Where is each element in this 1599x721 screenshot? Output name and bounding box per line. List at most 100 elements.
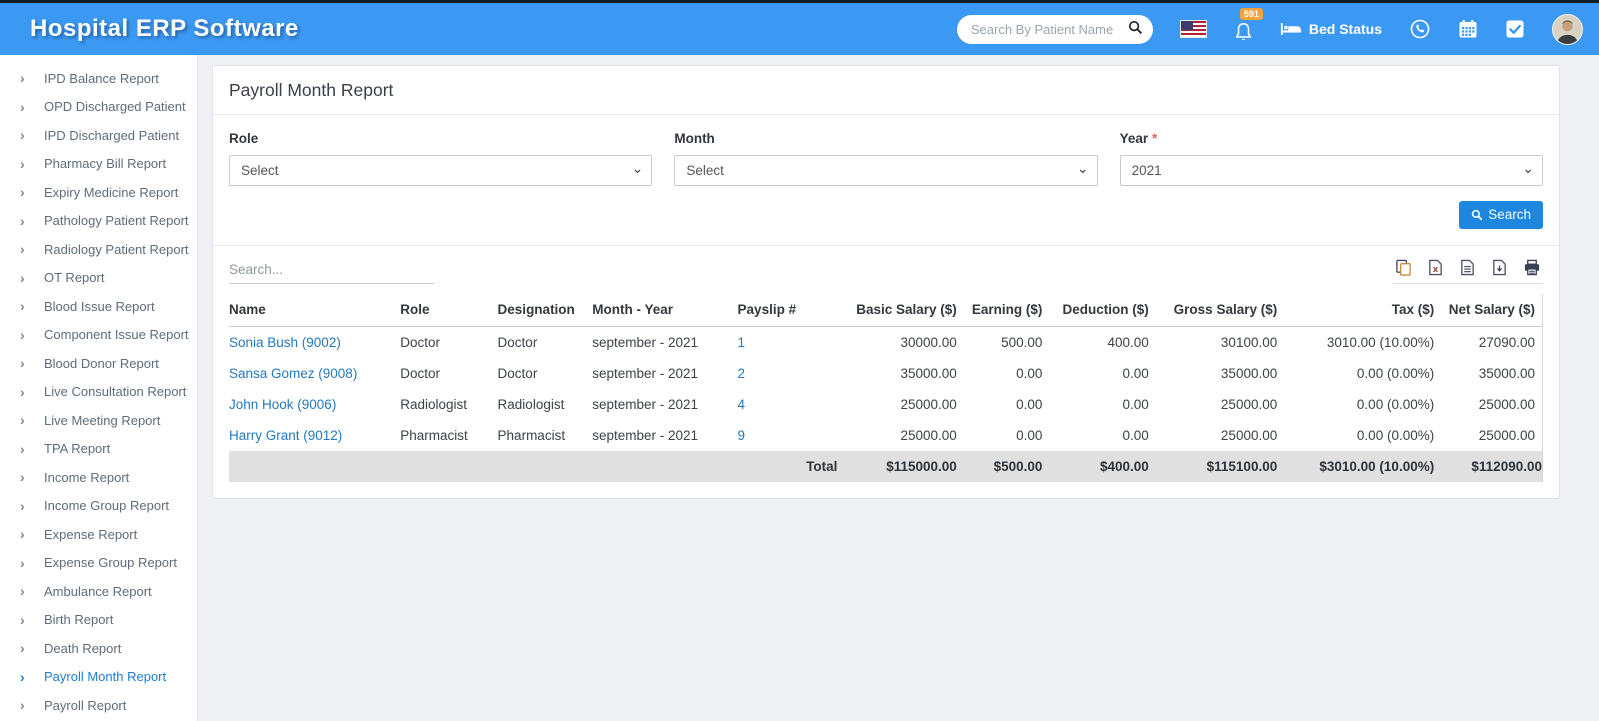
whatsapp-icon[interactable]: [1409, 18, 1431, 40]
search-icon: [1471, 209, 1483, 221]
cell-basic-salary: 25000.00: [900, 397, 957, 412]
app-title: Hospital ERP Software: [30, 15, 299, 42]
sidebar-item[interactable]: › Income Report: [0, 463, 197, 492]
cell-earning: 0.00: [1016, 397, 1043, 412]
chevron-right-icon: ›: [20, 127, 25, 144]
csv-export-icon[interactable]: [1459, 259, 1476, 276]
sidebar-item-label: Payroll Report: [44, 697, 127, 713]
col-designation[interactable]: Designation: [497, 294, 593, 327]
cell-earning: 500.00: [1001, 335, 1043, 350]
employee-link[interactable]: John Hook (9006): [229, 397, 336, 412]
sidebar-item[interactable]: › TPA Report: [0, 435, 197, 464]
sidebar-item[interactable]: › Blood Issue Report: [0, 292, 197, 321]
sidebar-item[interactable]: › Live Meeting Report: [0, 406, 197, 435]
tasks-check-icon[interactable]: [1505, 19, 1525, 39]
chevron-right-icon: ›: [20, 98, 25, 115]
total-earning: $500.00: [956, 451, 1043, 482]
cell-role: Doctor: [400, 335, 441, 350]
copy-icon[interactable]: [1395, 259, 1412, 276]
cell-net-salary: 25000.00: [1478, 428, 1535, 443]
search-icon[interactable]: [1128, 20, 1143, 35]
col-earning[interactable]: Earning ($): [956, 294, 1043, 327]
col-role[interactable]: Role: [400, 294, 498, 327]
col-net-salary[interactable]: Net Salary ($): [1434, 294, 1542, 327]
col-payslip[interactable]: Payslip #: [737, 294, 838, 327]
sidebar-item[interactable]: › Payroll Month Report: [0, 663, 197, 692]
month-select[interactable]: Select: [674, 155, 1098, 186]
excel-export-icon[interactable]: x: [1427, 259, 1444, 276]
col-month-year[interactable]: Month - Year: [592, 294, 738, 327]
cell-tax: 3010.00 (10.00%): [1326, 335, 1435, 350]
svg-text:x: x: [1433, 265, 1439, 275]
employee-link[interactable]: Harry Grant (9012): [229, 428, 342, 443]
payslip-link[interactable]: 4: [738, 397, 746, 412]
sidebar-item-label: Birth Report: [44, 612, 114, 628]
cell-gross-salary: 25000.00: [1220, 397, 1278, 412]
sidebar-item[interactable]: › Expense Report: [0, 520, 197, 549]
sidebar-item[interactable]: › Live Consultation Report: [0, 378, 197, 407]
payslip-link[interactable]: 1: [738, 335, 746, 350]
sidebar-item-label: Live Consultation Report: [44, 384, 187, 400]
col-name[interactable]: Name: [229, 294, 401, 327]
user-avatar[interactable]: [1552, 13, 1583, 45]
sidebar-item[interactable]: › Component Issue Report: [0, 321, 197, 350]
search-button[interactable]: Search: [1459, 201, 1543, 229]
col-tax[interactable]: Tax ($): [1277, 294, 1435, 327]
sidebar-item[interactable]: › Blood Donor Report: [0, 349, 197, 378]
language-flag-icon[interactable]: [1179, 20, 1207, 38]
cell-earning: 0.00: [1016, 428, 1043, 443]
sidebar-item[interactable]: › IPD Balance Report: [0, 64, 197, 93]
pdf-export-icon[interactable]: [1491, 259, 1508, 276]
col-gross-salary[interactable]: Gross Salary ($): [1148, 294, 1278, 327]
col-basic-salary[interactable]: Basic Salary ($): [837, 294, 957, 327]
calendar-icon[interactable]: [1458, 19, 1478, 39]
cell-role: Doctor: [400, 366, 441, 381]
chevron-right-icon: ›: [20, 326, 25, 343]
chevron-right-icon: ›: [20, 383, 25, 400]
sidebar-item[interactable]: › Birth Report: [0, 606, 197, 635]
sidebar-item[interactable]: › Death Report: [0, 634, 197, 663]
sidebar-item[interactable]: › OPD Discharged Patient: [0, 93, 197, 122]
sidebar-item[interactable]: › OT Report: [0, 264, 197, 293]
table-filter-input[interactable]: [229, 258, 434, 284]
employee-link[interactable]: Sonia Bush (9002): [229, 335, 341, 350]
employee-link[interactable]: Sansa Gomez (9008): [229, 366, 357, 381]
cell-net-salary: 27090.00: [1478, 335, 1535, 350]
chevron-right-icon: ›: [20, 497, 25, 514]
sidebar: › IPD Balance Report › OPD Discharged Pa…: [0, 55, 197, 721]
payroll-table: Name Role Designation Month - Year Paysl…: [229, 294, 1542, 482]
cell-designation: Doctor: [497, 366, 538, 381]
sidebar-item[interactable]: › Ambulance Report: [0, 577, 197, 606]
patient-search-input[interactable]: [956, 14, 1153, 44]
app-header: Hospital ERP Software 591 Bed Status: [0, 3, 1599, 55]
sidebar-item[interactable]: › Expiry Medicine Report: [0, 178, 197, 207]
role-select[interactable]: Select: [229, 155, 653, 186]
sidebar-item[interactable]: › Income Group Report: [0, 492, 197, 521]
patient-search: [956, 14, 1153, 44]
payroll-table-container[interactable]: Name Role Designation Month - Year Paysl…: [229, 294, 1543, 482]
total-deduction: $400.00: [1042, 451, 1149, 482]
payslip-link[interactable]: 9: [738, 428, 746, 443]
sidebar-item[interactable]: › Radiology Patient Report: [0, 235, 197, 264]
sidebar-item-label: Payroll Month Report: [44, 669, 167, 685]
notification-badge: 591: [1239, 8, 1263, 20]
sidebar-item[interactable]: › Pathology Patient Report: [0, 207, 197, 236]
year-select[interactable]: 2021: [1119, 155, 1543, 186]
notifications-bell[interactable]: 591: [1234, 8, 1263, 42]
cell-role: Pharmacist: [400, 428, 468, 443]
sidebar-item[interactable]: › Payroll Report: [0, 691, 197, 720]
page-title: Payroll Month Report: [213, 66, 1559, 115]
required-asterisk: *: [1151, 131, 1158, 146]
filter-form: Role Select ⌄ Month Select ⌄ Year * 2021…: [213, 115, 1559, 186]
cell-deduction: 0.00: [1122, 397, 1149, 412]
cell-tax: 0.00 (0.00%): [1356, 366, 1435, 381]
sidebar-item[interactable]: › Expense Group Report: [0, 549, 197, 578]
bed-status-button[interactable]: Bed Status: [1280, 21, 1382, 37]
sidebar-item[interactable]: › IPD Discharged Patient: [0, 121, 197, 150]
print-icon[interactable]: [1523, 259, 1541, 276]
payslip-link[interactable]: 2: [738, 366, 746, 381]
col-deduction[interactable]: Deduction ($): [1042, 294, 1149, 327]
table-row: John Hook (9006) Radiologist Radiologist…: [229, 389, 1542, 420]
sidebar-item[interactable]: › Pharmacy Bill Report: [0, 150, 197, 179]
chevron-right-icon: ›: [20, 554, 25, 571]
